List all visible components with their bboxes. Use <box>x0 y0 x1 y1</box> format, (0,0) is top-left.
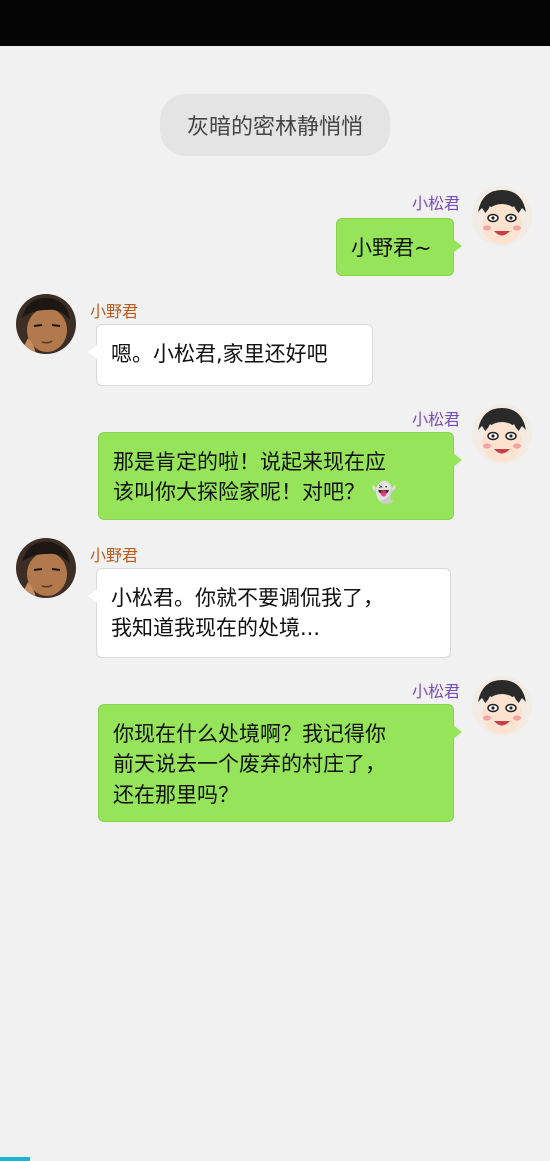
chat-area[interactable]: 灰暗的密林静悄悄 小松君 小野君~ 小野君 嗯。小松君,家里还好吧 小松君 那是… <box>0 46 550 1161</box>
avatar-ono[interactable] <box>16 294 76 354</box>
system-notice: 灰暗的密林静悄悄 <box>160 94 390 156</box>
message-line: 还在那里吗？ <box>113 782 239 807</box>
sender-name: 小松君 <box>411 410 460 429</box>
ono-avatar-icon <box>16 294 76 354</box>
komatsu-avatar-icon <box>472 404 532 464</box>
ono-avatar-icon <box>16 538 76 598</box>
message-line: 你现在什么处境啊？我记得你 <box>113 722 386 746</box>
komatsu-avatar-icon <box>472 186 532 246</box>
avatar-komatsu[interactable] <box>472 676 532 736</box>
message-line: 前天说去一个废弃的村庄了， <box>113 752 386 777</box>
sender-name: 小野君 <box>90 546 139 565</box>
message-line: 该叫你大探险家呢！对吧？ <box>113 480 365 505</box>
message-bubble[interactable]: 你现在什么处境啊？我记得你 前天说去一个废弃的村庄了， 还在那里吗？ <box>98 704 462 822</box>
avatar-ono[interactable] <box>16 538 76 598</box>
message-text: 嗯。小松君,家里还好吧 <box>111 342 328 366</box>
avatar-komatsu[interactable] <box>472 404 532 464</box>
message-bubble[interactable]: 嗯。小松君,家里还好吧 <box>88 324 373 386</box>
bottom-indicator <box>0 1157 30 1161</box>
message-bubble[interactable]: 小野君~ <box>336 218 462 276</box>
sender-name: 小野君 <box>90 302 139 321</box>
message-line: 那是肯定的啦！说起来现在应 <box>113 450 386 474</box>
status-bar <box>0 0 550 46</box>
ghost-icon: 👻 <box>371 480 397 505</box>
message-bubble[interactable]: 那是肯定的啦！说起来现在应 该叫你大探险家呢！对吧？ 👻 <box>98 432 462 520</box>
message-text: 小野君~ <box>351 236 432 260</box>
message-line: 我知道我现在的处境... <box>111 616 321 641</box>
message-bubble[interactable]: 小松君。你就不要调侃我了， 我知道我现在的处境... <box>88 568 451 658</box>
avatar-komatsu[interactable] <box>472 186 532 246</box>
message-line: 小松君。你就不要调侃我了， <box>111 586 384 610</box>
sender-name: 小松君 <box>411 194 460 213</box>
sender-name: 小松君 <box>411 682 460 701</box>
komatsu-avatar-icon <box>472 676 532 736</box>
